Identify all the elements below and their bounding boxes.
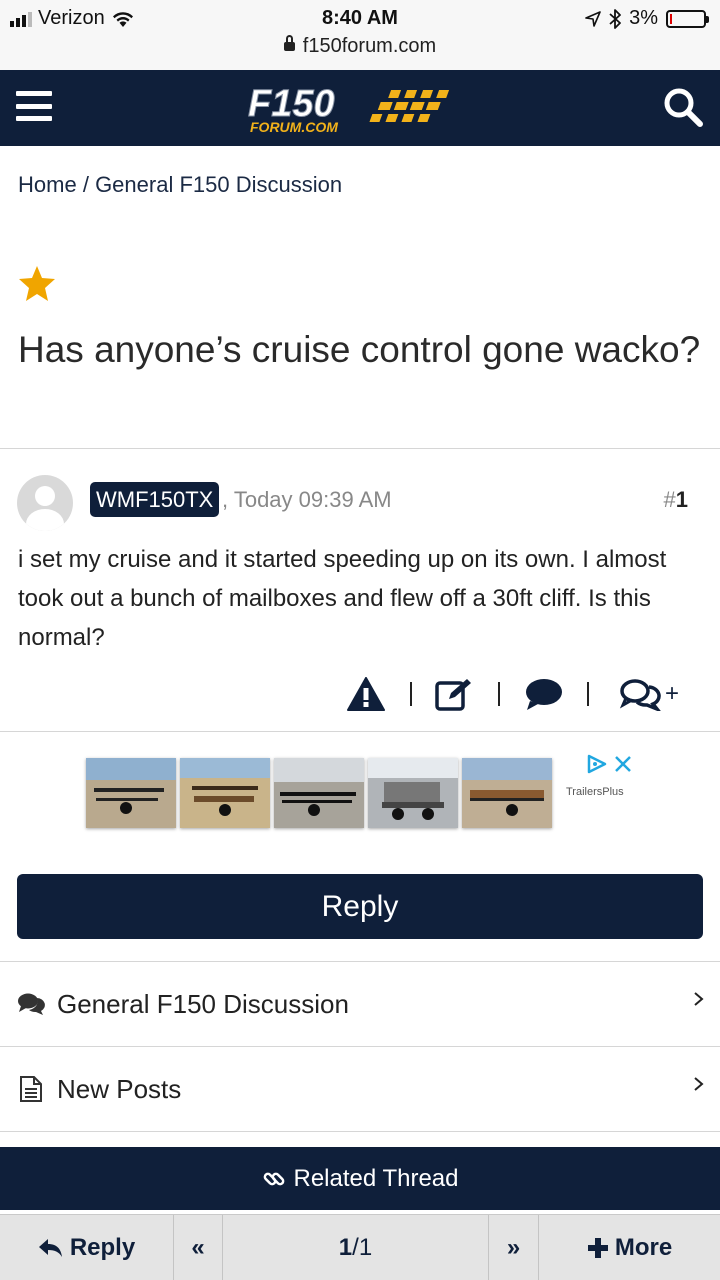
post-actions: +: [340, 670, 690, 718]
bottom-toolbar: Reply « 1/1 » More: [0, 1214, 720, 1280]
search-icon[interactable]: [662, 86, 704, 128]
username-badge[interactable]: WMF150TX: [90, 482, 220, 517]
ad-image[interactable]: [274, 758, 364, 828]
post-timestamp: , Today 09:39 AM: [222, 487, 392, 512]
location-arrow-icon: [585, 10, 601, 27]
bluetooth-icon: [609, 8, 621, 29]
edit-icon: [435, 679, 471, 711]
site-header: F150 FORUM.COM: [0, 70, 720, 146]
svg-text:FORUM.COM: FORUM.COM: [250, 119, 338, 134]
report-button[interactable]: [346, 670, 386, 718]
site-logo[interactable]: F150 FORUM.COM: [244, 82, 480, 134]
new-posts-link[interactable]: New Posts: [0, 1047, 720, 1131]
ad-image[interactable]: [462, 758, 552, 828]
ad-image[interactable]: [180, 758, 270, 828]
next-page-icon: »: [506, 1234, 521, 1261]
forum-link-label: General F150 Discussion: [57, 988, 349, 1019]
quote-button[interactable]: [522, 670, 566, 718]
lock-icon: [283, 35, 295, 51]
multiquote-plus: +: [664, 680, 679, 707]
related-thread-button[interactable]: Related Thread: [0, 1147, 720, 1210]
toolbar-reply-button[interactable]: Reply: [0, 1215, 174, 1280]
post-number-value: 1: [675, 487, 688, 512]
advertisement[interactable]: TrailersPlus: [86, 752, 646, 836]
toolbar-reply-label: Reply: [69, 1234, 136, 1261]
action-separator: [498, 682, 500, 706]
multiquote-button[interactable]: +: [614, 670, 684, 718]
forum-link[interactable]: General F150 Discussion: [0, 962, 720, 1046]
comments-icon: [619, 679, 661, 711]
comments-icon: [17, 990, 45, 1018]
warning-icon: [347, 677, 385, 711]
document-icon: [17, 1075, 45, 1103]
breadcrumb-forum[interactable]: General F150 Discussion: [95, 172, 342, 197]
divider: [0, 1131, 720, 1132]
page-current: 1: [338, 1234, 353, 1261]
divider: [0, 448, 720, 449]
url-text: f150forum.com: [302, 35, 437, 57]
reply-button[interactable]: Reply: [17, 874, 703, 939]
chevron-right-icon: [694, 1077, 704, 1091]
more-label: More: [614, 1234, 673, 1261]
action-separator: [410, 682, 412, 706]
action-separator: [587, 682, 589, 706]
breadcrumb: Home / General F150 Discussion: [18, 172, 342, 198]
url-bar[interactable]: f150forum.com: [0, 35, 720, 58]
related-thread-label: Related Thread: [293, 1164, 459, 1192]
close-icon[interactable]: [614, 755, 632, 773]
plus-icon: [587, 1238, 608, 1258]
breadcrumb-home[interactable]: Home: [18, 172, 77, 197]
divider: [0, 731, 720, 732]
ad-image[interactable]: [368, 758, 458, 828]
thread-title: Has anyone’s cruise control gone wacko?: [18, 329, 701, 370]
battery-percent: 3%: [629, 7, 658, 29]
new-posts-label: New Posts: [57, 1073, 182, 1104]
ad-choices-icon[interactable]: [586, 754, 608, 774]
next-page-button[interactable]: »: [489, 1215, 539, 1280]
prev-page-icon: «: [191, 1234, 205, 1261]
post-number-prefix: #: [663, 487, 676, 512]
page-separator: /: [352, 1234, 359, 1261]
star-icon[interactable]: [17, 264, 57, 304]
chevron-right-icon: [694, 992, 704, 1006]
comment-icon: [526, 679, 562, 710]
status-right: 3%: [585, 7, 709, 30]
post-number[interactable]: #1: [664, 487, 689, 513]
prev-page-button[interactable]: «: [174, 1215, 223, 1280]
ad-image[interactable]: [86, 758, 176, 828]
link-icon: [263, 1172, 284, 1185]
avatar[interactable]: [17, 475, 73, 531]
ad-brand[interactable]: TrailersPlus: [566, 786, 624, 798]
post-body: i set my cruise and it started speeding …: [18, 546, 667, 651]
status-bar: Verizon 8:40 AM 3% f150forum.com: [0, 0, 720, 70]
more-button[interactable]: More: [539, 1215, 720, 1280]
reply-arrow-icon: [38, 1239, 62, 1257]
edit-button[interactable]: [434, 670, 474, 718]
menu-icon[interactable]: [16, 88, 52, 124]
page-indicator[interactable]: 1/1: [223, 1215, 489, 1280]
battery-icon: [666, 9, 709, 28]
breadcrumb-separator: /: [82, 172, 89, 197]
page-total: 1: [358, 1234, 373, 1261]
